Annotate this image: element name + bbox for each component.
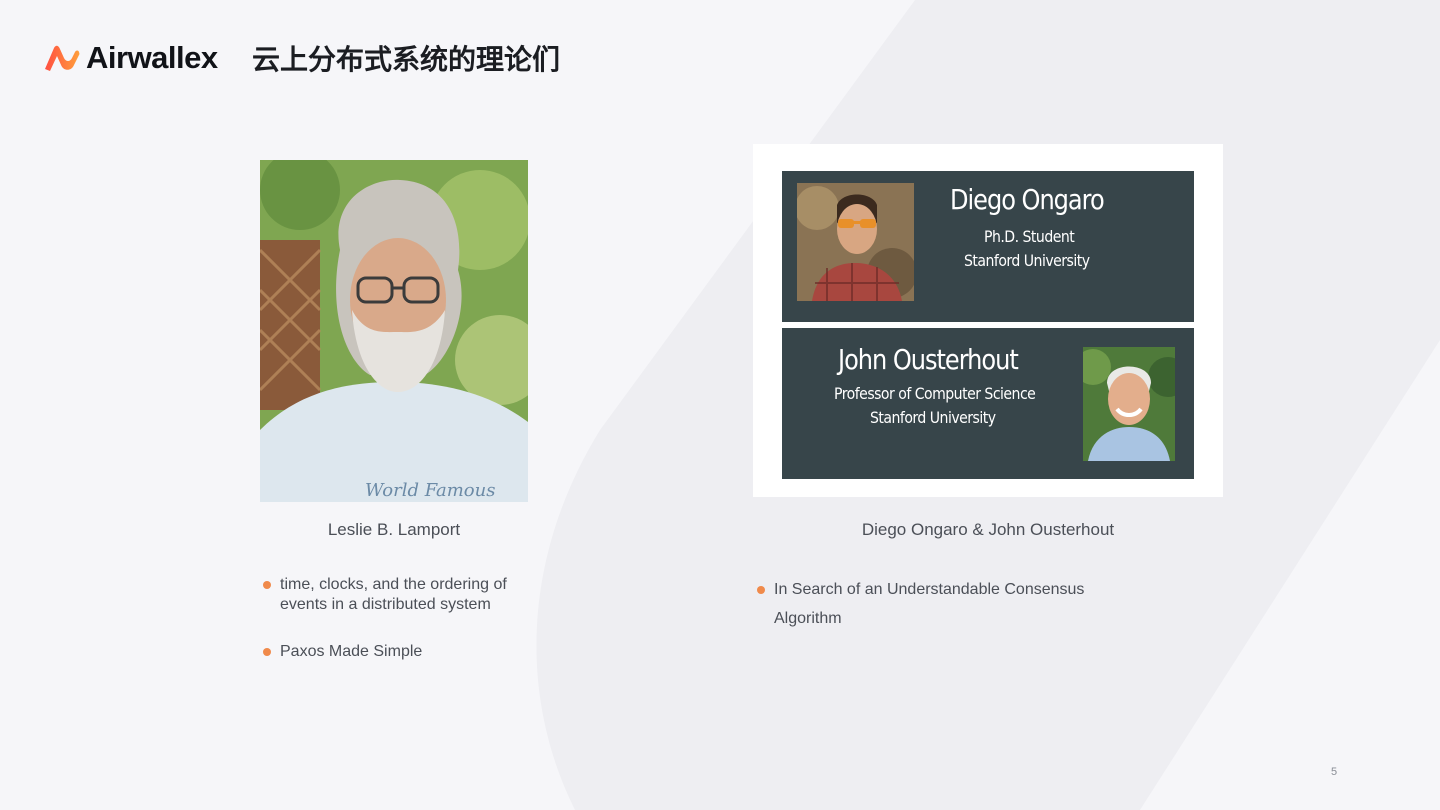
diego-panel: Diego Ongaro Ph.D. Student Stanford Univ…	[782, 171, 1194, 322]
background-shape	[536, 0, 1440, 810]
list-item: time, clocks, and the ordering of events…	[260, 575, 550, 615]
lamport-photo: World Famous	[260, 160, 528, 502]
person-photo-icon: World Famous	[260, 160, 528, 502]
raft-authors-caption: Diego Ongaro & John Ousterhout	[861, 520, 1115, 539]
lamport-papers-list: time, clocks, and the ordering of events…	[260, 575, 550, 689]
john-affiliation: Stanford University	[870, 408, 996, 427]
airwallex-logo: Airwallex	[42, 40, 218, 76]
raft-authors-card: Diego Ongaro Ph.D. Student Stanford Univ…	[753, 144, 1223, 497]
airwallex-logo-icon	[45, 45, 80, 71]
slide-title: 云上分布式系统的理论们	[252, 43, 561, 76]
john-role: Professor of Computer Science	[834, 384, 1036, 403]
john-photo	[1083, 347, 1175, 461]
page-number: 5	[1331, 766, 1338, 778]
list-item: Paxos Made Simple	[260, 642, 550, 662]
john-panel: John Ousterhout Professor of Computer Sc…	[782, 328, 1194, 479]
raft-papers-list: In Search of an Understandable Consensus…	[754, 575, 1124, 633]
diego-name: Diego Ongaro	[950, 183, 1105, 216]
brand-name: Airwallex	[86, 40, 218, 75]
diego-role: Ph.D. Student	[984, 227, 1075, 246]
diego-affiliation: Stanford University	[964, 251, 1090, 270]
diego-photo	[797, 183, 914, 301]
person-photo-icon	[797, 183, 914, 301]
person-photo-icon	[1083, 347, 1175, 461]
lamport-caption: Leslie B. Lamport	[327, 520, 461, 539]
svg-text:World Famous: World Famous	[365, 480, 495, 501]
john-name: John Ousterhout	[838, 343, 1019, 376]
list-item: In Search of an Understandable Consensus…	[754, 575, 1124, 633]
